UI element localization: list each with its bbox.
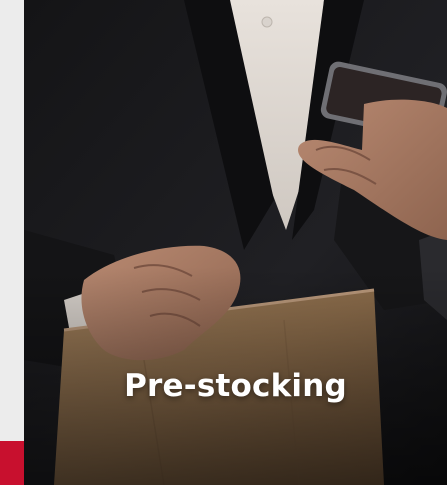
- card-photo: [24, 0, 447, 485]
- pre-stocking-card[interactable]: Pre-stocking: [24, 0, 447, 485]
- page: Pre-stocking: [0, 0, 447, 485]
- accent-bar: [0, 441, 24, 485]
- card-title: Pre-stocking: [124, 368, 347, 404]
